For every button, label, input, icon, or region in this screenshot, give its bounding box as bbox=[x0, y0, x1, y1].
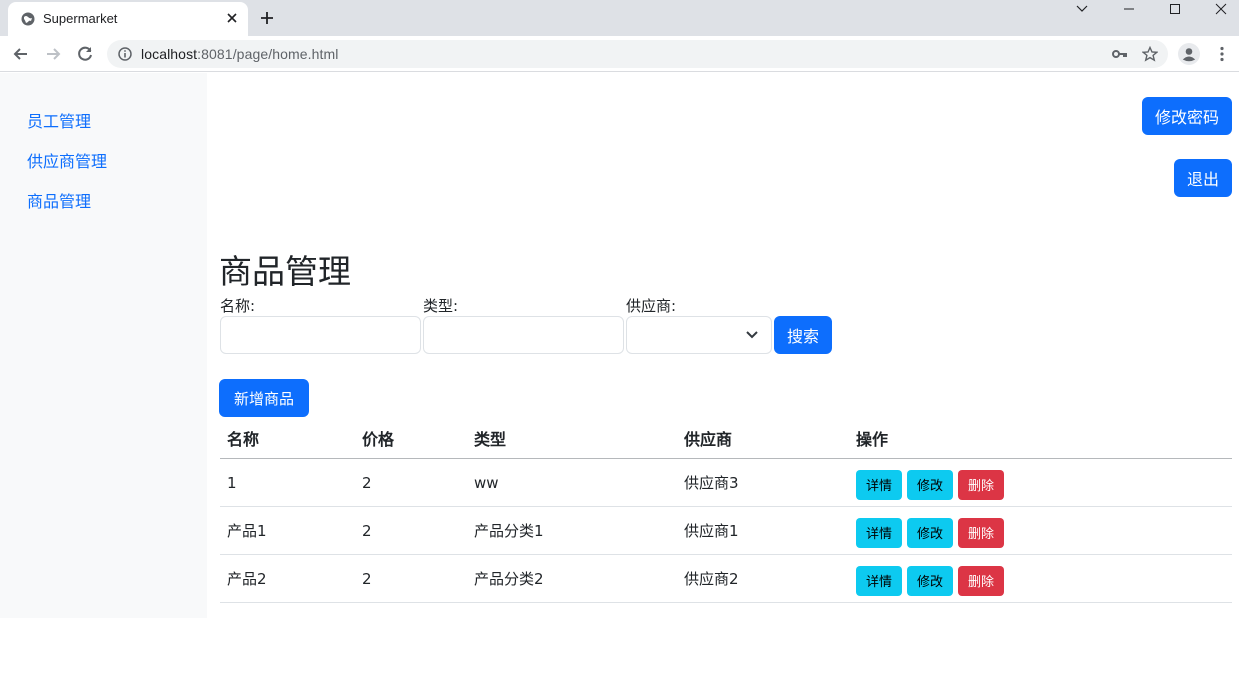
sidebar-item-suppliers[interactable]: 供应商管理 bbox=[27, 148, 107, 172]
cell-name: 1 bbox=[220, 458, 355, 507]
name-input[interactable] bbox=[220, 316, 421, 354]
cell-supplier: 供应商2 bbox=[677, 554, 849, 603]
supplier-label: 供应商: bbox=[626, 297, 677, 315]
delete-button[interactable]: 删除 bbox=[958, 517, 1004, 548]
cell-supplier: 供应商1 bbox=[677, 506, 849, 555]
name-label: 名称: bbox=[220, 297, 256, 315]
tab-title: Supermarket bbox=[43, 11, 118, 26]
chevron-down-icon bbox=[746, 331, 758, 339]
info-icon[interactable] bbox=[118, 47, 132, 61]
chevron-down-icon bbox=[1076, 5, 1088, 12]
delete-button[interactable]: 删除 bbox=[958, 469, 1004, 500]
cell-type: 产品分类2 bbox=[467, 554, 677, 603]
profile-icon[interactable] bbox=[1178, 43, 1200, 65]
maximize-icon bbox=[1170, 4, 1180, 14]
globe-icon bbox=[21, 12, 35, 26]
key-icon[interactable] bbox=[1112, 47, 1128, 61]
edit-button[interactable]: 修改 bbox=[907, 469, 953, 500]
cell-type: ww bbox=[467, 458, 677, 507]
close-icon[interactable] bbox=[224, 10, 240, 26]
cell-name: 产品1 bbox=[220, 506, 355, 555]
close-icon bbox=[1215, 3, 1227, 15]
browser-tabstrip: Supermarket bbox=[0, 0, 1239, 36]
detail-button[interactable]: 详情 bbox=[856, 517, 902, 548]
edit-button[interactable]: 修改 bbox=[907, 517, 953, 548]
cell-name: 产品2 bbox=[220, 554, 355, 603]
cell-actions: 详情 修改 删除 bbox=[849, 506, 1232, 555]
arrow-left-icon[interactable] bbox=[11, 44, 31, 64]
sidebar-item-products[interactable]: 商品管理 bbox=[27, 188, 91, 212]
delete-button[interactable]: 删除 bbox=[958, 565, 1004, 596]
close-window-button[interactable] bbox=[1198, 0, 1239, 30]
cell-price: 2 bbox=[355, 458, 467, 507]
logout-button[interactable]: 退出 bbox=[1174, 159, 1232, 197]
table-row: 产品1 2 产品分类1 供应商1 详情 修改 删除 bbox=[220, 506, 1232, 555]
star-icon[interactable] bbox=[1142, 46, 1158, 62]
url-text: localhost:8081/page/home.html bbox=[141, 46, 339, 62]
column-header-price: 价格 bbox=[355, 418, 467, 459]
column-header-type: 类型 bbox=[467, 418, 677, 459]
cell-actions: 详情 修改 删除 bbox=[849, 554, 1232, 603]
detail-button[interactable]: 详情 bbox=[856, 565, 902, 596]
edit-button[interactable]: 修改 bbox=[907, 565, 953, 596]
arrow-right-icon[interactable] bbox=[43, 44, 63, 64]
column-header-name: 名称 bbox=[220, 418, 355, 459]
detail-button[interactable]: 详情 bbox=[856, 469, 902, 500]
cell-price: 2 bbox=[355, 554, 467, 603]
kebab-menu-icon[interactable] bbox=[1216, 46, 1228, 62]
minimize-button[interactable] bbox=[1106, 0, 1152, 30]
supplier-select[interactable] bbox=[626, 316, 772, 354]
plus-icon[interactable] bbox=[259, 10, 275, 26]
search-button[interactable]: 搜索 bbox=[774, 316, 832, 354]
sidebar-item-employees[interactable]: 员工管理 bbox=[27, 108, 91, 132]
reload-icon[interactable] bbox=[75, 44, 95, 64]
change-password-button[interactable]: 修改密码 bbox=[1142, 97, 1232, 135]
column-header-actions: 操作 bbox=[849, 418, 1232, 459]
type-label: 类型: bbox=[423, 297, 459, 315]
browser-tab[interactable]: Supermarket bbox=[8, 2, 248, 36]
cell-supplier: 供应商3 bbox=[677, 458, 849, 507]
page-content: 员工管理 供应商管理 商品管理 修改密码 退出 商品管理 名称: 类型: 供应商… bbox=[0, 73, 1239, 678]
cell-type: 产品分类1 bbox=[467, 506, 677, 555]
address-bar[interactable]: localhost:8081/page/home.html bbox=[107, 40, 1168, 68]
table-row: 产品2 2 产品分类2 供应商2 详情 修改 删除 bbox=[220, 554, 1232, 603]
products-table: 名称 价格 类型 供应商 操作 1 2 ww 供应商3 详情 修改 删除 产品1… bbox=[220, 418, 1232, 603]
table-header-row: 名称 价格 类型 供应商 操作 bbox=[220, 418, 1232, 459]
cell-actions: 详情 修改 删除 bbox=[849, 458, 1232, 507]
add-product-button[interactable]: 新增商品 bbox=[219, 379, 309, 417]
browser-toolbar: localhost:8081/page/home.html bbox=[0, 36, 1239, 72]
minimize-icon bbox=[1124, 8, 1134, 10]
maximize-button[interactable] bbox=[1152, 0, 1198, 30]
sidebar: 员工管理 供应商管理 商品管理 bbox=[0, 73, 207, 618]
page-title: 商品管理 bbox=[219, 252, 351, 291]
column-header-supplier: 供应商 bbox=[677, 418, 849, 459]
tab-search-button[interactable] bbox=[1059, 0, 1105, 30]
type-input[interactable] bbox=[423, 316, 624, 354]
cell-price: 2 bbox=[355, 506, 467, 555]
table-row: 1 2 ww 供应商3 详情 修改 删除 bbox=[220, 458, 1232, 507]
